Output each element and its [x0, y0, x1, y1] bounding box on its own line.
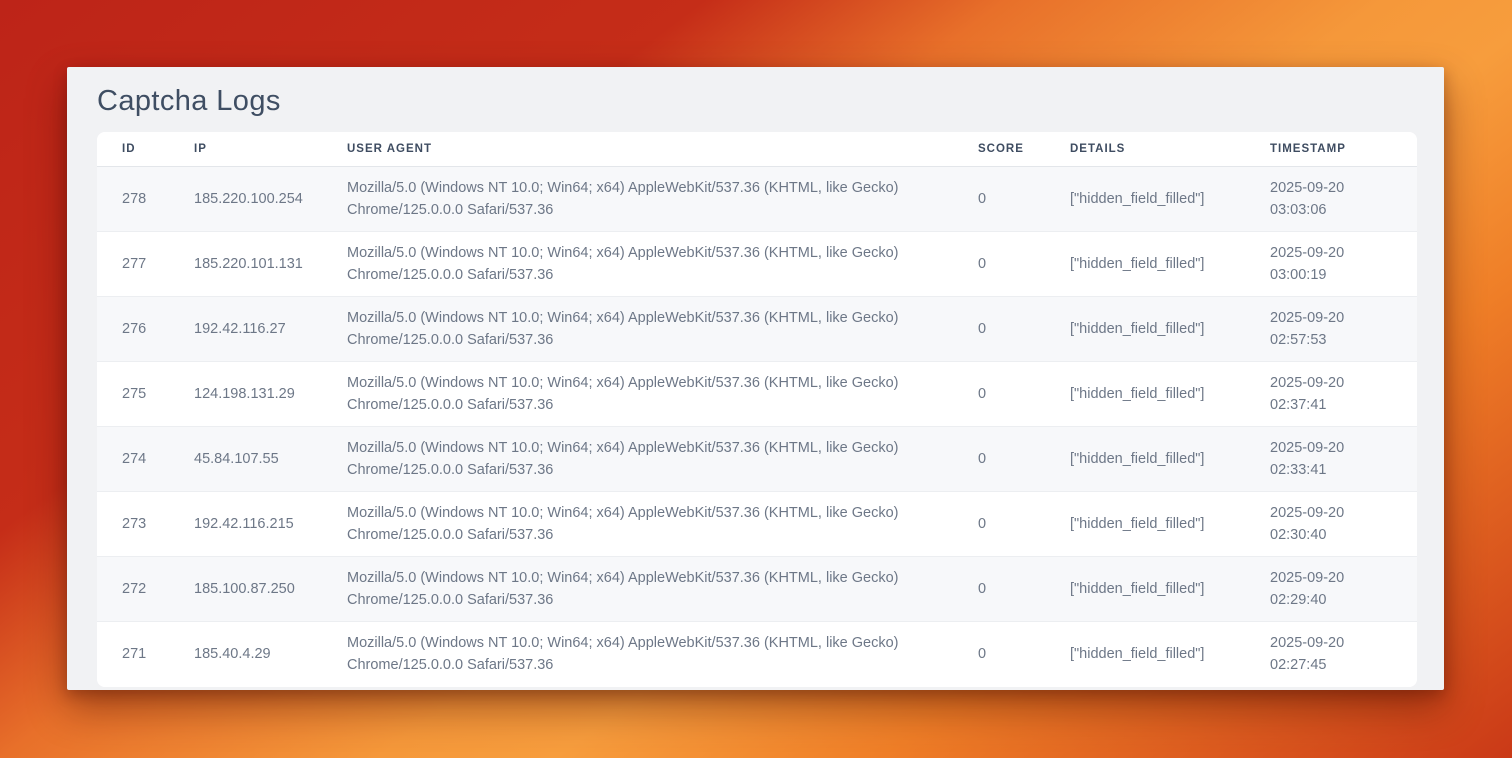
cell-user-agent: Mozilla/5.0 (Windows NT 10.0; Win64; x64…	[322, 492, 953, 557]
column-header-score: SCORE	[953, 132, 1045, 167]
cell-score: 0	[953, 167, 1045, 232]
cell-id: 272	[97, 557, 169, 622]
table-header-row: IDIPUSER AGENTSCOREDETAILSTIMESTAMP	[97, 132, 1417, 167]
cell-user-agent: Mozilla/5.0 (Windows NT 10.0; Win64; x64…	[322, 232, 953, 297]
cell-id: 278	[97, 167, 169, 232]
cell-timestamp: 2025-09-20 03:00:19	[1245, 232, 1417, 297]
cell-id: 271	[97, 622, 169, 687]
table-row: 278 185.220.100.254 Mozilla/5.0 (Windows…	[97, 167, 1417, 232]
table-row: 276 192.42.116.27 Mozilla/5.0 (Windows N…	[97, 297, 1417, 362]
cell-details: ["hidden_field_filled"]	[1045, 622, 1245, 687]
cell-timestamp: 2025-09-20 02:33:41	[1245, 427, 1417, 492]
cell-details: ["hidden_field_filled"]	[1045, 492, 1245, 557]
cell-id: 274	[97, 427, 169, 492]
column-header-timestamp: TIMESTAMP	[1245, 132, 1417, 167]
cell-score: 0	[953, 622, 1045, 687]
cell-ip: 124.198.131.29	[169, 362, 322, 427]
cell-details: ["hidden_field_filled"]	[1045, 362, 1245, 427]
table-row: 271 185.40.4.29 Mozilla/5.0 (Windows NT …	[97, 622, 1417, 687]
cell-timestamp: 2025-09-20 02:37:41	[1245, 362, 1417, 427]
captcha-logs-card: Captcha Logs IDIPUSER AGENTSCOREDETAILST…	[67, 67, 1444, 690]
table-row: 273 192.42.116.215 Mozilla/5.0 (Windows …	[97, 492, 1417, 557]
cell-ip: 192.42.116.215	[169, 492, 322, 557]
cell-id: 273	[97, 492, 169, 557]
cell-score: 0	[953, 297, 1045, 362]
cell-ip: 192.42.116.27	[169, 297, 322, 362]
cell-timestamp: 2025-09-20 03:03:06	[1245, 167, 1417, 232]
table-row: 274 45.84.107.55 Mozilla/5.0 (Windows NT…	[97, 427, 1417, 492]
cell-user-agent: Mozilla/5.0 (Windows NT 10.0; Win64; x64…	[322, 557, 953, 622]
cell-ip: 185.220.100.254	[169, 167, 322, 232]
cell-id: 277	[97, 232, 169, 297]
cell-score: 0	[953, 232, 1045, 297]
cell-details: ["hidden_field_filled"]	[1045, 232, 1245, 297]
page-title: Captcha Logs	[97, 85, 1414, 118]
cell-score: 0	[953, 557, 1045, 622]
cell-score: 0	[953, 362, 1045, 427]
cell-user-agent: Mozilla/5.0 (Windows NT 10.0; Win64; x64…	[322, 297, 953, 362]
cell-ip: 45.84.107.55	[169, 427, 322, 492]
cell-user-agent: Mozilla/5.0 (Windows NT 10.0; Win64; x64…	[322, 622, 953, 687]
cell-details: ["hidden_field_filled"]	[1045, 427, 1245, 492]
captcha-logs-table: IDIPUSER AGENTSCOREDETAILSTIMESTAMP 278 …	[97, 132, 1417, 687]
cell-timestamp: 2025-09-20 02:27:45	[1245, 622, 1417, 687]
cell-details: ["hidden_field_filled"]	[1045, 167, 1245, 232]
cell-details: ["hidden_field_filled"]	[1045, 557, 1245, 622]
column-header-ip: IP	[169, 132, 322, 167]
table-row: 275 124.198.131.29 Mozilla/5.0 (Windows …	[97, 362, 1417, 427]
cell-score: 0	[953, 492, 1045, 557]
table-row: 277 185.220.101.131 Mozilla/5.0 (Windows…	[97, 232, 1417, 297]
cell-timestamp: 2025-09-20 02:57:53	[1245, 297, 1417, 362]
cell-user-agent: Mozilla/5.0 (Windows NT 10.0; Win64; x64…	[322, 167, 953, 232]
cell-ip: 185.220.101.131	[169, 232, 322, 297]
cell-score: 0	[953, 427, 1045, 492]
cell-ip: 185.100.87.250	[169, 557, 322, 622]
cell-user-agent: Mozilla/5.0 (Windows NT 10.0; Win64; x64…	[322, 427, 953, 492]
cell-timestamp: 2025-09-20 02:29:40	[1245, 557, 1417, 622]
cell-id: 276	[97, 297, 169, 362]
column-header-user_agent: USER AGENT	[322, 132, 953, 167]
column-header-details: DETAILS	[1045, 132, 1245, 167]
column-header-id: ID	[97, 132, 169, 167]
cell-details: ["hidden_field_filled"]	[1045, 297, 1245, 362]
cell-timestamp: 2025-09-20 02:30:40	[1245, 492, 1417, 557]
cell-ip: 185.40.4.29	[169, 622, 322, 687]
cell-user-agent: Mozilla/5.0 (Windows NT 10.0; Win64; x64…	[322, 362, 953, 427]
logs-table-container: IDIPUSER AGENTSCOREDETAILSTIMESTAMP 278 …	[97, 132, 1417, 687]
cell-id: 275	[97, 362, 169, 427]
table-row: 272 185.100.87.250 Mozilla/5.0 (Windows …	[97, 557, 1417, 622]
table-body: 278 185.220.100.254 Mozilla/5.0 (Windows…	[97, 167, 1417, 687]
